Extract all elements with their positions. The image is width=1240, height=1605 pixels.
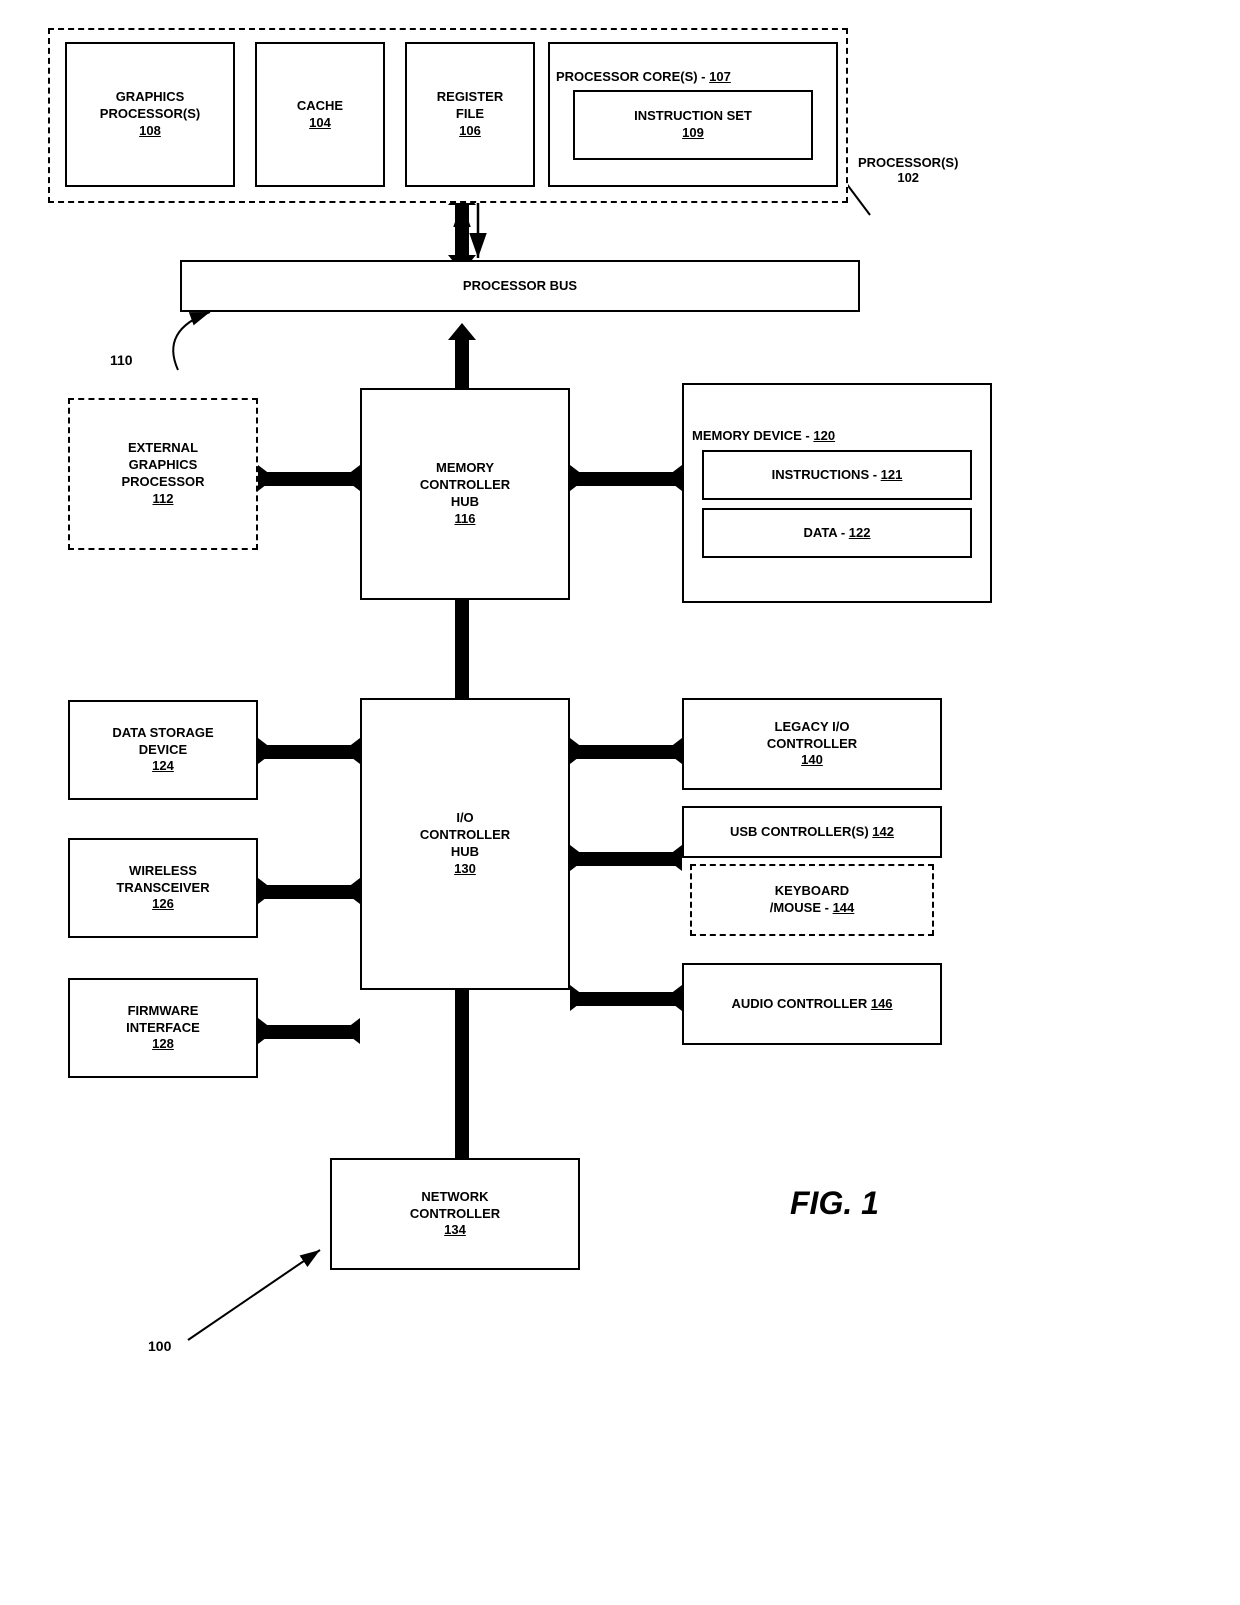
memory-controller-hub-ref: 116 [455, 511, 476, 528]
instructions-box: INSTRUCTIONS - 121 [702, 450, 972, 500]
usb-controller-box: USB CONTROLLER(S) 142 [682, 806, 942, 858]
memory-device-box: MEMORY DEVICE - 120 INSTRUCTIONS - 121 D… [682, 383, 992, 603]
data-storage-box: DATA STORAGEDEVICE 124 [68, 700, 258, 800]
legacy-io-ref: 140 [801, 752, 823, 769]
external-graphics-ref: 112 [153, 491, 174, 508]
processor-core-box: PROCESSOR CORE(S) - 107 INSTRUCTION SET … [548, 42, 838, 187]
processors-102-label: PROCESSOR(S)102 [858, 155, 958, 185]
processor-core-label: PROCESSOR CORE(S) - 107 [556, 69, 731, 86]
register-file-label: REGISTERFILE [437, 89, 503, 123]
audio-controller-label: AUDIO CONTROLLER 146 [731, 996, 892, 1013]
register-file-ref: 106 [459, 123, 481, 140]
register-file-box: REGISTERFILE 106 [405, 42, 535, 187]
network-controller-box: NETWORKCONTROLLER 134 [330, 1158, 580, 1270]
firmware-interface-ref: 128 [152, 1036, 174, 1053]
instruction-set-ref: 109 [682, 125, 704, 142]
memory-controller-hub-box: MEMORYCONTROLLERHUB 116 [360, 388, 570, 600]
wireless-transceiver-ref: 126 [152, 896, 174, 913]
cache-ref: 104 [309, 115, 331, 132]
instruction-set-box: INSTRUCTION SET 109 [573, 90, 813, 160]
ref-110-label: 110 [110, 352, 133, 368]
network-controller-ref: 134 [444, 1222, 466, 1239]
usb-controller-label: USB CONTROLLER(S) 142 [730, 824, 894, 841]
graphics-processor-ref: 108 [139, 123, 161, 140]
legacy-io-box: LEGACY I/OCONTROLLER 140 [682, 698, 942, 790]
data-storage-label: DATA STORAGEDEVICE [112, 725, 213, 759]
memory-device-label: MEMORY DEVICE - 120 [692, 428, 835, 445]
graphics-processor-label: GRAPHICS PROCESSOR(S) [67, 89, 233, 123]
cache-label: CACHE [297, 98, 343, 115]
keyboard-mouse-box: KEYBOARD/MOUSE - 144 [690, 864, 934, 936]
network-controller-label: NETWORKCONTROLLER [410, 1189, 500, 1223]
processor-bus-label: PROCESSOR BUS [463, 278, 577, 295]
diagram: GRAPHICS PROCESSOR(S) 108 CACHE 104 REGI… [0, 0, 1240, 1605]
fig-1-label: FIG. 1 [790, 1185, 879, 1222]
wireless-transceiver-box: WIRELESSTRANSCEIVER 126 [68, 838, 258, 938]
arrows-svg [0, 0, 1240, 1605]
io-controller-hub-ref: 130 [454, 861, 476, 878]
legacy-io-label: LEGACY I/OCONTROLLER [767, 719, 857, 753]
cache-box: CACHE 104 [255, 42, 385, 187]
audio-controller-box: AUDIO CONTROLLER 146 [682, 963, 942, 1045]
instruction-set-label: INSTRUCTION SET [634, 108, 752, 125]
external-graphics-box: EXTERNALGRAPHICSPROCESSOR 112 [68, 398, 258, 550]
firmware-interface-box: FIRMWAREINTERFACE 128 [68, 978, 258, 1078]
wireless-transceiver-label: WIRELESSTRANSCEIVER [116, 863, 209, 897]
io-controller-hub-label: I/OCONTROLLERHUB [420, 810, 510, 861]
data-box: DATA - 122 [702, 508, 972, 558]
processor-bus-box: PROCESSOR BUS [180, 260, 860, 312]
instructions-label: INSTRUCTIONS - 121 [772, 467, 903, 484]
data-storage-ref: 124 [152, 758, 174, 775]
data-label: DATA - 122 [804, 525, 871, 542]
memory-controller-hub-label: MEMORYCONTROLLERHUB [420, 460, 510, 511]
io-controller-hub-box: I/OCONTROLLERHUB 130 [360, 698, 570, 990]
keyboard-mouse-label: KEYBOARD/MOUSE - 144 [770, 883, 855, 917]
graphics-processor-box: GRAPHICS PROCESSOR(S) 108 [65, 42, 235, 187]
external-graphics-label: EXTERNALGRAPHICSPROCESSOR [121, 440, 204, 491]
firmware-interface-label: FIRMWAREINTERFACE [126, 1003, 200, 1037]
ref-100-label: 100 [148, 1338, 171, 1354]
